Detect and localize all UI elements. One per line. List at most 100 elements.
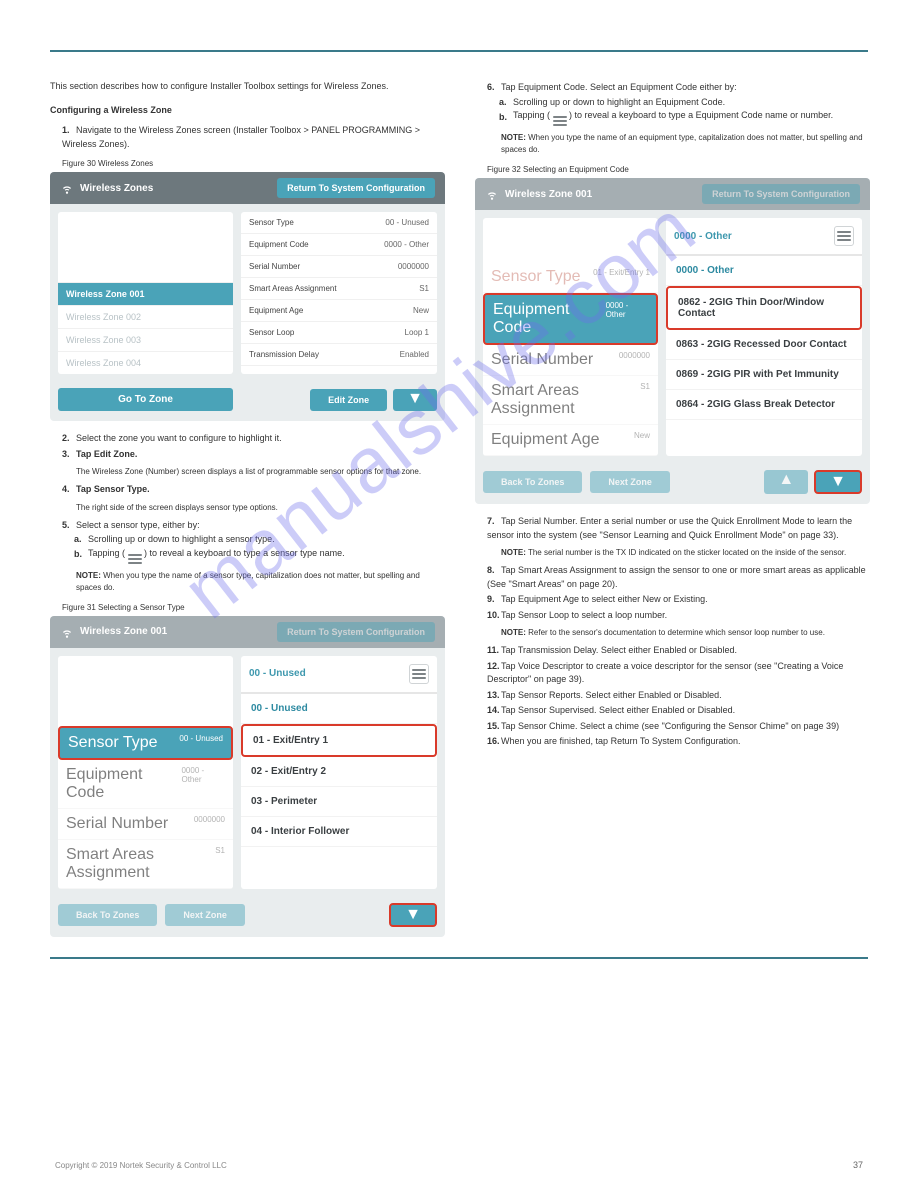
dropdown-option[interactable]: 03 - Perimeter — [241, 787, 437, 817]
step-text: Tap Serial Number. Enter a serial number… — [487, 516, 852, 540]
scroll-up-button[interactable]: ▲ — [764, 470, 808, 494]
prop-row[interactable]: Transmission DelayEnabled — [241, 344, 437, 366]
prop-row[interactable]: Serial Number0000000 — [58, 809, 233, 840]
dropdown-panel: 0000 - Other 0000 - Other 0862 - 2GIG Th… — [666, 218, 862, 456]
header-title: Wireless Zone 001 — [80, 626, 277, 637]
prop-row[interactable]: Equipment Code0000 - Other — [241, 234, 437, 256]
prop-row[interactable]: Sensor Type01 - Exit/Entry 1 — [483, 262, 658, 293]
prop-row[interactable]: Smart Areas AssignmentS1 — [241, 278, 437, 300]
step-text: Tap Sensor Reports. Select either Enable… — [501, 690, 722, 700]
step-text: When you are finished, tap Return To Sys… — [501, 736, 740, 746]
header-title: Wireless Zone 001 — [505, 189, 702, 200]
scroll-down-button[interactable]: ▼ — [389, 903, 437, 927]
prop-row-equipment-code[interactable]: Equipment Code0000 - Other — [483, 293, 658, 345]
step-note: The right side of the screen displays se… — [76, 502, 445, 514]
prop-row[interactable]: Equipment AgeNew — [483, 425, 658, 456]
step-number: 12. — [487, 660, 501, 674]
note-text: Refer to the sensor's documentation to d… — [528, 628, 825, 637]
step-text: Tap Equipment Code. Select an Equipment … — [501, 82, 737, 92]
zone-item[interactable]: Wireless Zone 003 — [58, 328, 233, 351]
step-number: 15. — [487, 720, 501, 734]
screenshot-sensor-type: Wireless Zone 001 Return To System Confi… — [50, 616, 445, 937]
dropdown-option[interactable]: 02 - Exit/Entry 2 — [241, 757, 437, 787]
step-text: Tap Voice Descriptor to create a voice d… — [487, 661, 843, 685]
step-number: 11. — [487, 644, 501, 658]
prop-row[interactable]: Serial Number0000000 — [483, 345, 658, 376]
dropdown-option[interactable]: 0869 - 2GIG PIR with Pet Immunity — [666, 360, 862, 390]
next-button[interactable]: Next Zone — [590, 471, 670, 493]
substep-text: Scrolling up or down to highlight an Equ… — [513, 96, 725, 110]
screenshot-equipment-code: Wireless Zone 001 Return To System Confi… — [475, 178, 870, 504]
step-text: Navigate to the Wireless Zones screen (I… — [62, 125, 420, 149]
prop-row[interactable]: Sensor Type00 - Unused — [241, 212, 437, 234]
prop-row[interactable]: Serial Number0000000 — [241, 256, 437, 278]
hamburger-icon — [412, 669, 426, 679]
wifi-icon — [60, 181, 74, 195]
step-text: Tap Sensor Type. — [76, 484, 150, 494]
scroll-down-button[interactable]: ▼ — [393, 389, 437, 411]
prop-row[interactable]: Equipment AgeNew — [241, 300, 437, 322]
keyboard-icon[interactable] — [834, 226, 854, 246]
step-number: 3. — [62, 448, 76, 462]
substep-label: b. — [74, 548, 88, 562]
next-button[interactable]: Next Zone — [165, 904, 245, 926]
return-button[interactable]: Return To System Configuration — [277, 178, 435, 198]
substep-text: Tapping ( ) to reveal a keyboard to type… — [88, 547, 345, 564]
figure-caption: Figure 30 Wireless Zones — [62, 158, 445, 170]
step-text: Tap Sensor Supervised. Select either Ena… — [501, 705, 735, 715]
prop-row[interactable]: Smart Areas AssignmentS1 — [483, 376, 658, 425]
wifi-icon — [60, 625, 74, 639]
step-text: Tap Transmission Delay. Select either En… — [501, 645, 737, 655]
back-button[interactable]: Back To Zones — [58, 904, 157, 926]
step-text: Tap Equipment Age to select either New o… — [501, 594, 708, 604]
scroll-down-button[interactable]: ▼ — [814, 470, 862, 494]
step-text: Select a sensor type, either by: — [76, 520, 200, 530]
step-text: Tap Sensor Chime. Select a chime (see "C… — [501, 721, 839, 731]
keyboard-icon[interactable] — [409, 664, 429, 684]
step-number: 1. — [62, 124, 76, 138]
substep-label: b. — [499, 111, 513, 125]
figure-caption: Figure 31 Selecting a Sensor Type — [62, 602, 445, 614]
dropdown-option[interactable]: 04 - Interior Follower — [241, 817, 437, 847]
prop-row[interactable]: Smart Areas AssignmentS1 — [58, 840, 233, 889]
hamburger-icon — [553, 116, 567, 126]
dropdown-option-highlighted[interactable]: 01 - Exit/Entry 1 — [241, 724, 437, 757]
prop-row[interactable]: Equipment Code0000 - Other — [58, 760, 233, 809]
edit-zone-button[interactable]: Edit Zone — [310, 389, 387, 411]
hamburger-icon — [837, 231, 851, 241]
section-heading: Configuring a Wireless Zone — [50, 104, 445, 118]
zone-item-selected[interactable]: Wireless Zone 001 — [58, 282, 233, 305]
step-number: 8. — [487, 564, 501, 578]
return-button[interactable]: Return To System Configuration — [702, 184, 860, 204]
substep-text: Scrolling up or down to highlight a sens… — [88, 533, 275, 547]
note-text: When you type the name of an equipment t… — [501, 133, 863, 154]
prop-row[interactable]: Sensor LoopLoop 1 — [241, 322, 437, 344]
zone-item[interactable]: Wireless Zone 004 — [58, 351, 233, 374]
properties-panel: Sensor Type00 - Unused Equipment Code000… — [58, 656, 233, 889]
step-number: 14. — [487, 704, 501, 718]
note-text: The serial number is the TX ID indicated… — [528, 548, 846, 557]
bottom-rule — [50, 957, 868, 959]
note-text: When you type the name of a sensor type,… — [76, 571, 420, 592]
dropdown-option[interactable]: 0000 - Other — [666, 256, 862, 286]
dropdown-option[interactable]: 00 - Unused — [241, 694, 437, 724]
top-rule — [50, 50, 868, 52]
prop-row-sensor-type[interactable]: Sensor Type00 - Unused — [58, 726, 233, 760]
dropdown-selected: 0000 - Other — [674, 231, 732, 242]
go-to-zone-button[interactable]: Go To Zone — [58, 388, 233, 411]
return-button[interactable]: Return To System Configuration — [277, 622, 435, 642]
substep-label: a. — [74, 533, 88, 547]
intro-text: This section describes how to configure … — [50, 80, 445, 94]
dropdown-option-highlighted[interactable]: 0862 - 2GIG Thin Door/Window Contact — [666, 286, 862, 330]
back-button[interactable]: Back To Zones — [483, 471, 582, 493]
step-number: 4. — [62, 483, 76, 497]
step-number: 7. — [487, 515, 501, 529]
figure-caption: Figure 32 Selecting an Equipment Code — [487, 164, 870, 176]
zone-item[interactable]: Wireless Zone 002 — [58, 305, 233, 328]
zone-list: Wireless Zone 001 Wireless Zone 002 Wire… — [58, 212, 233, 374]
step-number: 13. — [487, 689, 501, 703]
dropdown-option[interactable]: 0863 - 2GIG Recessed Door Contact — [666, 330, 862, 360]
wifi-icon — [485, 187, 499, 201]
dropdown-option[interactable]: 0864 - 2GIG Glass Break Detector — [666, 390, 862, 420]
step-number: 6. — [487, 81, 501, 95]
